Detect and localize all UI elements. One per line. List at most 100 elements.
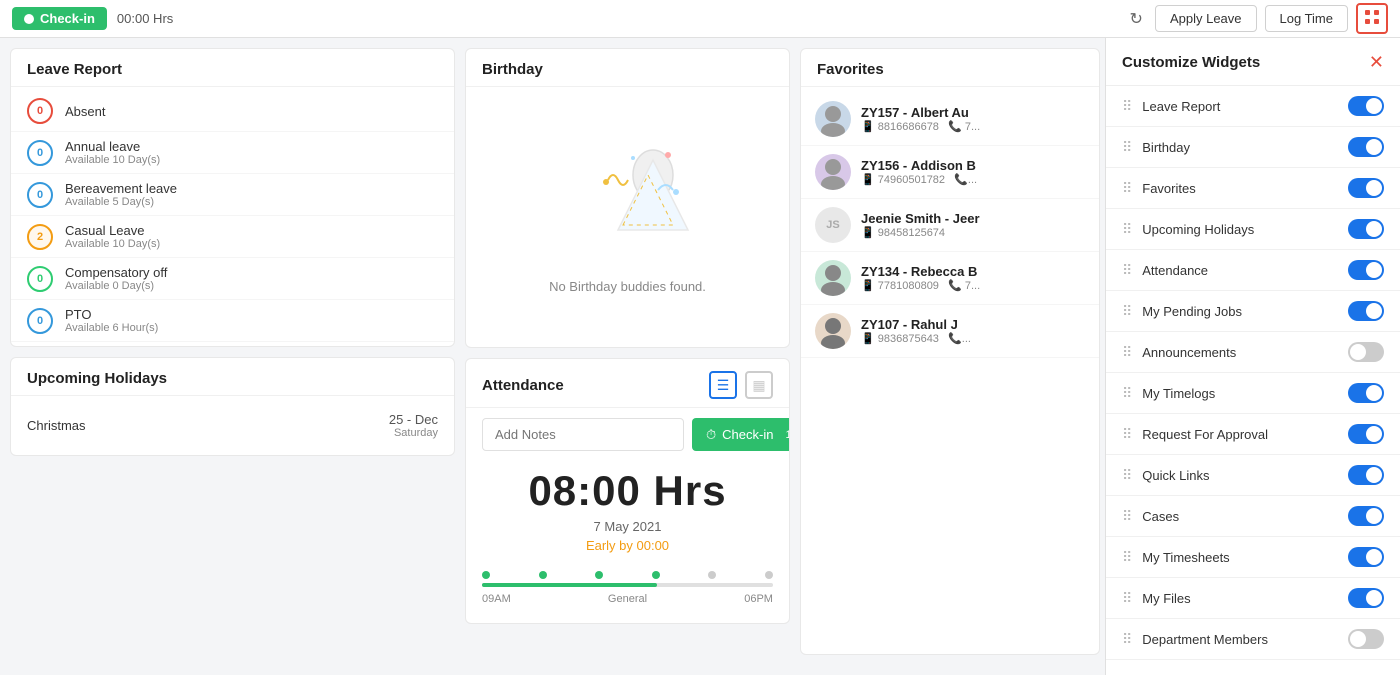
attendance-title: Attendance [482,377,564,394]
widget-label: Leave Report [1142,99,1220,114]
widget-toggle-upcoming-holidays[interactable] [1348,219,1384,239]
birthday-illustration [558,140,698,263]
widget-label: Request For Approval [1142,427,1268,442]
attendance-hours: 08:00 Hrs [482,467,773,515]
widget-toggle-department-members[interactable] [1348,629,1384,649]
time-display: 00:00 Hrs [117,11,173,26]
widget-item-attendance: ⠿ Attendance [1106,250,1400,291]
drag-icon: ⠿ [1122,508,1132,525]
mid-column: Birthday [460,38,795,675]
drag-icon: ⠿ [1122,385,1132,402]
favorites-card: Favorites ZY157 - Albert Au 📱 8816686678… [800,48,1100,655]
leave-available: Available 10 Day(s) [65,154,438,166]
widget-toggle-birthday[interactable] [1348,137,1384,157]
close-icon[interactable]: ✕ [1369,52,1384,73]
log-time-button[interactable]: Log Time [1265,5,1348,32]
checkin-action-button[interactable]: ⏱ Check-in 11:51:02 am [692,418,790,451]
widget-toggle-attendance[interactable] [1348,260,1384,280]
fav-info: ZY156 - Addison B 📱 74960501782 📞... [861,158,1085,186]
refresh-icon[interactable]: ↻ [1126,5,1147,33]
widget-item-left: ⠿ Request For Approval [1122,426,1268,443]
list-item: 0 Bereavement leave Available 5 Day(s) [11,174,454,216]
clock-icon: ⏱ [706,427,716,443]
widget-item-leave-report: ⠿ Leave Report [1106,86,1400,127]
fav-contact: 📱 7781080809 📞 7... [861,279,1085,292]
checkin-time: 11:51:02 am [785,429,790,441]
widget-item-left: ⠿ Announcements [1122,344,1236,361]
topbar-right: ↻ Apply Leave Log Time [1126,3,1388,34]
birthday-title: Birthday [466,49,789,87]
customize-widgets-button[interactable] [1356,3,1388,34]
widget-toggle-cases[interactable] [1348,506,1384,526]
leave-info: PTO Available 6 Hour(s) [65,307,438,334]
widget-toggle-announcements[interactable] [1348,342,1384,362]
list-item[interactable]: ZY134 - Rebecca B 📱 7781080809 📞 7... [801,252,1099,305]
widget-item-left: ⠿ Birthday [1122,139,1190,156]
widget-item-my-files: ⠿ My Files [1106,578,1400,619]
widget-toggle-quick-links[interactable] [1348,465,1384,485]
widget-item-left: ⠿ Leave Report [1122,98,1220,115]
widget-item-request-approval: ⠿ Request For Approval [1106,414,1400,455]
drag-icon: ⠿ [1122,139,1132,156]
widget-label: Favorites [1142,181,1195,196]
list-item: 2 Casual Leave Available 10 Day(s) [11,216,454,258]
widget-toggle-leave-report[interactable] [1348,96,1384,116]
fav-contact: 📱 8816686678 📞 7... [861,120,1085,133]
holiday-date-day: Saturday [389,427,438,439]
list-item[interactable]: ZY107 - Rahul J 📱 9836875643 📞... [801,305,1099,358]
widget-item-timelogs: ⠿ My Timelogs [1106,373,1400,414]
widget-label: Upcoming Holidays [1142,222,1254,237]
leave-name: Bereavement leave [65,181,438,196]
timeline-start-label: 09AM [482,593,511,605]
list-item[interactable]: ZY156 - Addison B 📱 74960501782 📞... [801,146,1099,199]
timeline-dot [482,571,490,579]
drag-icon: ⠿ [1122,344,1132,361]
list-item: 0 Absent [11,91,454,132]
drag-icon: ⠿ [1122,426,1132,443]
widget-toggle-pending-jobs[interactable] [1348,301,1384,321]
drag-icon: ⠿ [1122,303,1132,320]
fav-info: Jeenie Smith - Jeer 📱 98458125674 [861,211,1085,239]
widget-label: Quick Links [1142,468,1209,483]
notes-checkin-row: ⏱ Check-in 11:51:02 am [482,418,773,451]
drag-icon: ⠿ [1122,98,1132,115]
leave-info: Bereavement leave Available 5 Day(s) [65,181,438,208]
customize-widgets-title: Customize Widgets [1122,54,1260,71]
leave-name: Absent [65,104,438,119]
attendance-list-view-button[interactable]: ☰ [709,371,737,399]
upcoming-holidays-card: Upcoming Holidays Christmas 25 - Dec Sat… [10,357,455,456]
widget-toggle-request-approval[interactable] [1348,424,1384,444]
holidays-body: Christmas 25 - Dec Saturday [11,396,454,455]
widget-item-left: ⠿ Attendance [1122,262,1208,279]
attendance-view-icons: ☰ ▦ [709,371,773,399]
widget-toggle-timesheets[interactable] [1348,547,1384,567]
leave-available: Available 6 Hour(s) [65,322,438,334]
drag-icon: ⠿ [1122,590,1132,607]
apply-leave-button[interactable]: Apply Leave [1155,5,1257,32]
birthday-empty-message: No Birthday buddies found. [549,279,706,294]
fav-info: ZY107 - Rahul J 📱 9836875643 📞... [861,317,1085,345]
fav-contact: 📱 74960501782 📞... [861,173,1085,186]
widget-item-pending-jobs: ⠿ My Pending Jobs [1106,291,1400,332]
checkin-button[interactable]: Check-in [12,7,107,30]
upcoming-holidays-title: Upcoming Holidays [11,358,454,396]
leave-badge-pto: 0 [27,308,53,334]
widget-toggle-my-files[interactable] [1348,588,1384,608]
widget-label: My Timelogs [1142,386,1215,401]
fav-name: Jeenie Smith - Jeer [861,211,1085,226]
widget-item-favorites: ⠿ Favorites [1106,168,1400,209]
widget-label: Birthday [1142,140,1190,155]
notes-input[interactable] [482,418,684,451]
list-item[interactable]: JS Jeenie Smith - Jeer 📱 98458125674 [801,199,1099,252]
topbar: Check-in 00:00 Hrs ↻ Apply Leave Log Tim… [0,0,1400,38]
widget-item-timesheets: ⠿ My Timesheets [1106,537,1400,578]
checkin-dot [24,14,34,24]
widget-toggle-timelogs[interactable] [1348,383,1384,403]
widget-label: My Files [1142,591,1190,606]
right-column: Favorites ZY157 - Albert Au 📱 8816686678… [795,38,1105,675]
list-item[interactable]: ZY157 - Albert Au 📱 8816686678 📞 7... [801,93,1099,146]
list-item: 0 Compensatory off Available 0 Day(s) [11,258,454,300]
widget-item-quick-links: ⠿ Quick Links [1106,455,1400,496]
attendance-calendar-view-button[interactable]: ▦ [745,371,773,399]
widget-toggle-favorites[interactable] [1348,178,1384,198]
